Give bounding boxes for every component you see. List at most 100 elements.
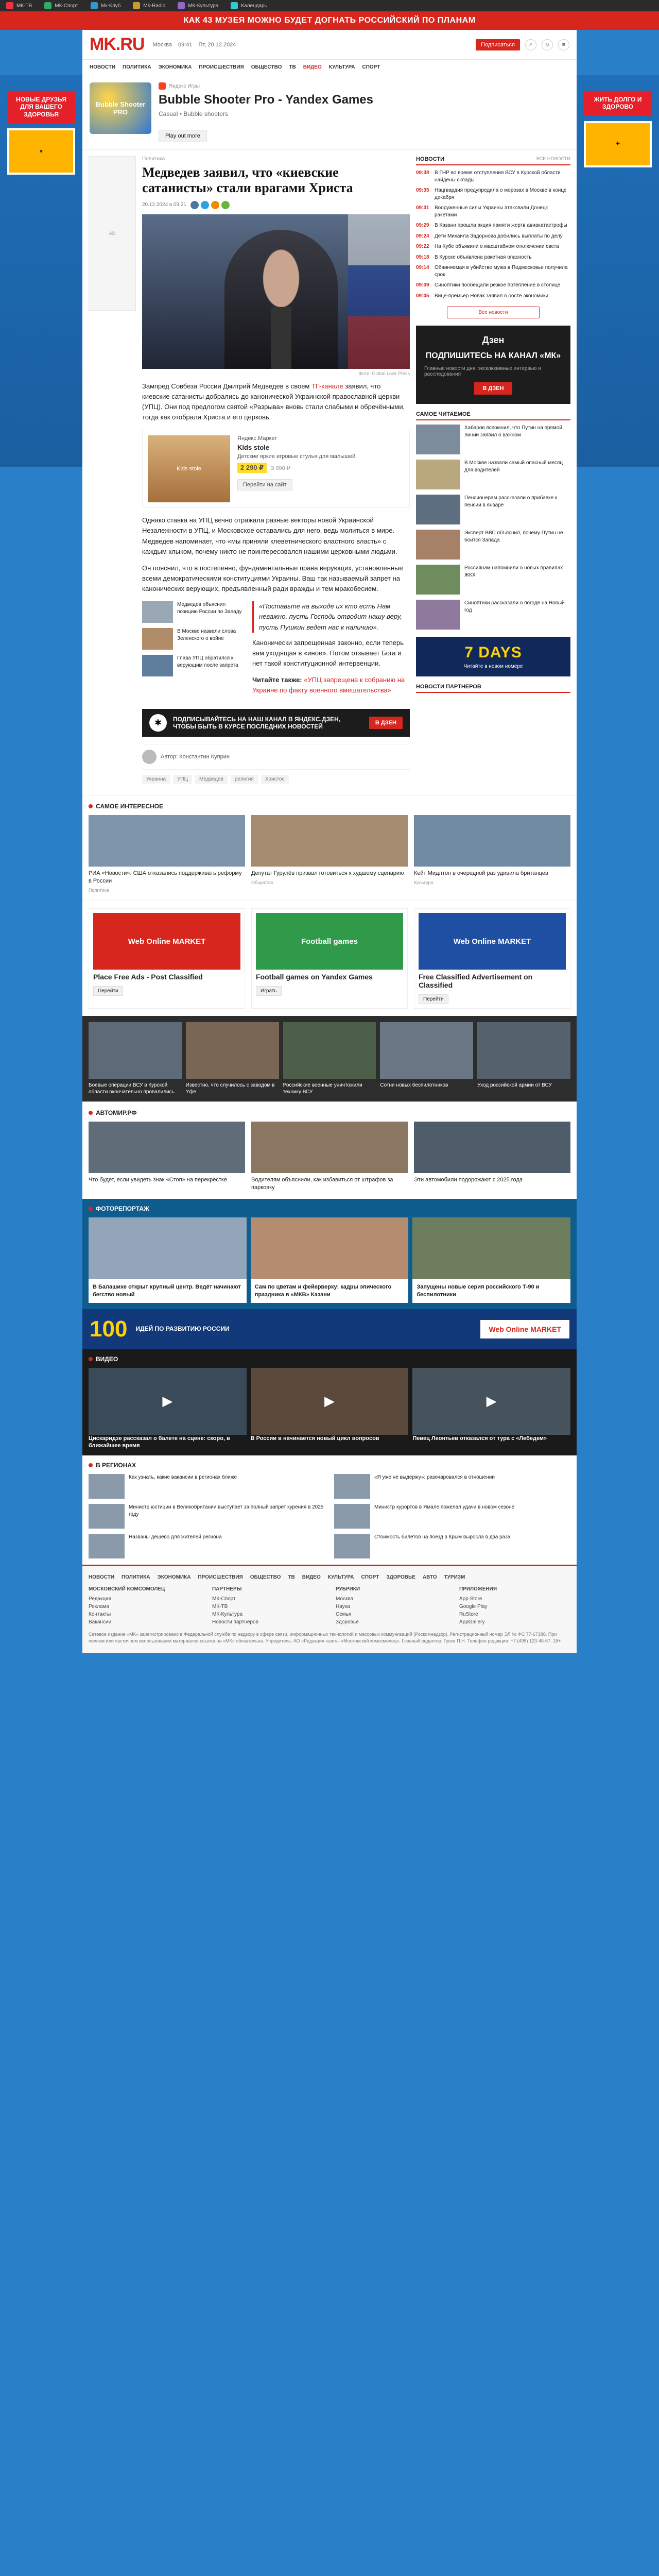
news-feed-item[interactable]: 09:29 В Казани прошла акция памяти жертв … — [416, 222, 570, 229]
game-ad[interactable]: Bubble Shooter PRO Яндекс Игры Bubble Sh… — [82, 75, 577, 150]
ad-tile-button[interactable]: Играть — [256, 986, 282, 996]
article-rubric[interactable]: Политика — [142, 156, 410, 162]
related-item[interactable]: В Москве назвали слова Зеленского о войн… — [142, 628, 245, 650]
interesting-card[interactable]: Депутат Гурулёв призвал готовиться к худ… — [251, 815, 408, 893]
vertical-ad[interactable]: AD — [89, 156, 136, 311]
menu-icon[interactable]: ≡ — [558, 39, 569, 50]
footer-nav-item[interactable]: ЗДОРОВЬЕ — [386, 1574, 415, 1580]
all-news-button[interactable]: Все новости — [447, 307, 540, 318]
seven-days-ad[interactable]: 7 DAYS Читайте в новом номере — [416, 637, 570, 677]
inline-ad-cta[interactable]: Перейти на сайт — [237, 479, 292, 491]
nav-item-society[interactable]: ОБЩЕСТВО — [251, 64, 282, 70]
site-logo[interactable]: MK.RU — [90, 35, 145, 55]
region-item[interactable]: Названы дёшево для жителей региона — [89, 1534, 325, 1559]
footer-nav-item[interactable]: ТУРИЗМ — [444, 1574, 465, 1580]
partner-card[interactable]: Российские военные уничтожили технику ВС… — [283, 1022, 376, 1095]
tag[interactable]: Медведев — [195, 775, 228, 784]
city-label[interactable]: Москва — [152, 42, 172, 48]
search-icon[interactable]: ⌕ — [525, 39, 536, 50]
subscribe-button[interactable]: Подписаться — [476, 39, 520, 50]
interesting-card[interactable]: Кейт Мидлтон в очередной раз удивила бри… — [414, 815, 570, 893]
nav-item-video[interactable]: ВИДЕО — [303, 64, 322, 70]
telegram-link[interactable]: ТГ-канале — [311, 382, 343, 390]
dzen-card-button[interactable]: В ДЗЕН — [474, 382, 512, 395]
idea-banner[interactable]: 100 ИДЕЙ ПО РАЗВИТИЮ РОССИИ Web Online M… — [82, 1309, 577, 1349]
region-item[interactable]: Как узнать, какие вакансии в регионах бл… — [89, 1474, 325, 1499]
side-ad-left[interactable]: НОВЫЕ ДРУЗЬЯ ДЛЯ ВАШЕГО ЗДОРОВЬЯ ♥ — [0, 75, 82, 467]
footer-nav-item[interactable]: ВИДЕО — [302, 1574, 321, 1580]
region-item[interactable]: Министр юстиции в Великобритании выступа… — [89, 1504, 325, 1529]
popular-item[interactable]: Эксперт ВВС объяснил, почему Путин не бо… — [416, 530, 570, 560]
footer-nav-item[interactable]: ПРОИСШЕСТВИЯ — [198, 1574, 242, 1580]
photo-report-card[interactable]: Сам по цветам и фейерверку: кадры эпичес… — [250, 1217, 409, 1303]
news-feed-item[interactable]: 09:38 В ГНР во время отступления ВСУ в Ку… — [416, 170, 570, 183]
ad-tile[interactable]: Web Online MARKET Place Free Ads - Post C… — [89, 908, 245, 1009]
footer-nav-item[interactable]: ОБЩЕСТВО — [250, 1574, 281, 1580]
news-feed-item[interactable]: 09:35 Нацгвардия предупредила о морозах в… — [416, 187, 570, 201]
nav-item-politics[interactable]: ПОЛИТИКА — [123, 64, 151, 70]
inline-ad[interactable]: Kids stole Яндекс.Маркет Kids stole Детс… — [142, 430, 410, 509]
news-feed-item[interactable]: 09:24 Дети Михаила Задорнова добились вып… — [416, 233, 570, 240]
popular-item[interactable]: Россиянам напомнили о новых правилах ЖКХ — [416, 565, 570, 595]
news-feed-item[interactable]: 09:09 Синоптики пообещали резкое потеплен… — [416, 282, 570, 289]
popular-item[interactable]: Хабаров вспомнил, что Путин на прямой ли… — [416, 425, 570, 455]
promo-banner[interactable]: КАК 43 МУЗЕЯ МОЖНО БУДЕТ ДОГНАТЬ РОССИЙС… — [0, 11, 659, 30]
share-vk-icon[interactable] — [190, 200, 199, 209]
market-banner[interactable]: Web Online MARKET — [480, 1319, 569, 1338]
auto-card[interactable]: Эти автомобили подорожают с 2025 года — [414, 1122, 570, 1192]
ad-tile-button[interactable]: Перейти — [419, 994, 448, 1005]
topstrip-item[interactable]: Календарь — [231, 2, 267, 9]
nav-item-tv[interactable]: ТВ — [289, 64, 296, 70]
share-telegram-icon[interactable] — [200, 200, 209, 209]
footer-nav-item[interactable]: ЭКОНОМИКА — [158, 1574, 191, 1580]
topstrip-item[interactable]: Mk-Radio — [133, 2, 165, 9]
partner-card[interactable]: Боевые операции ВСУ в Курской области ок… — [89, 1022, 182, 1095]
dzen-banner-button[interactable]: В ДЗЕН — [369, 717, 403, 730]
side-ad-right[interactable]: ЖИТЬ ДОЛГО И ЗДОРОВО ✚ — [577, 75, 659, 467]
tag[interactable]: УПЦ — [173, 775, 193, 784]
news-feed-item[interactable]: 09:18 В Курске объявлена ракетная опаснос… — [416, 254, 570, 261]
footer-nav-item[interactable]: ТВ — [288, 1574, 294, 1580]
related-item[interactable]: Медведев объяснил позицию России по Запа… — [142, 601, 245, 623]
topstrip-item[interactable]: МК-ТВ — [6, 2, 32, 9]
region-item[interactable]: Министр курортов в Ямале пожелал удачи в… — [334, 1504, 570, 1529]
news-feed-item[interactable]: 09:31 Вооруженные силы Украины атаковали … — [416, 205, 570, 218]
nav-item-news[interactable]: НОВОСТИ — [90, 64, 115, 70]
topstrip-item[interactable]: Мк-Клуб — [90, 2, 120, 9]
user-icon[interactable]: ☺ — [542, 39, 553, 50]
related-item[interactable]: Глава УПЦ обратился к верующим после зап… — [142, 655, 245, 677]
partner-card[interactable]: Известно, что случилось с заводом в Уфе — [185, 1022, 279, 1095]
partner-card[interactable]: Сотни новых беспилотников — [380, 1022, 474, 1095]
footer-nav-item[interactable]: НОВОСТИ — [89, 1574, 114, 1580]
photo-report-card[interactable]: Запущены новые серия российского Т-90 и … — [412, 1217, 571, 1303]
ad-tile[interactable]: Football games Football games on Yandex G… — [251, 908, 408, 1009]
footer-nav-item[interactable]: СПОРТ — [361, 1574, 379, 1580]
popular-item[interactable]: В Москве назвали самый опасный месяц для… — [416, 460, 570, 490]
topstrip-item[interactable]: МК-Культура — [178, 2, 218, 9]
footer-nav-item[interactable]: ПОЛИТИКА — [122, 1574, 150, 1580]
topstrip-item[interactable]: МК-Спорт — [44, 2, 78, 9]
interesting-card[interactable]: РИА «Новости»: США отказались поддержива… — [89, 815, 245, 893]
auto-card[interactable]: Что будет, если увидеть знак «Стоп» на п… — [89, 1122, 245, 1192]
news-feed-item[interactable]: 09:14 Обвиняемая в убийстве мужа в Подмос… — [416, 264, 570, 278]
video-card[interactable]: ▶ В России в начинается новый цикл вопрос… — [250, 1367, 409, 1450]
partner-card[interactable]: Уход российской армии от ВСУ — [477, 1022, 570, 1095]
region-item[interactable]: Стоимость билетов на поезд в Крым выросл… — [334, 1534, 570, 1559]
tag[interactable]: религия — [230, 775, 258, 784]
popular-item[interactable]: Пенсионерам рассказали о прибавке к пенс… — [416, 495, 570, 525]
nav-item-sport[interactable]: СПОРТ — [362, 64, 380, 70]
tag[interactable]: Христос — [261, 775, 289, 784]
tag[interactable]: Украина — [142, 775, 170, 784]
dzen-subscribe-card[interactable]: Дзен ПОДПИШИТЕСЬ НА КАНАЛ «МК» Главные н… — [416, 326, 570, 404]
nav-item-economy[interactable]: ЭКОНОМИКА — [159, 64, 192, 70]
news-feed-item[interactable]: 09:05 Вице-премьер Новак заявил о росте э… — [416, 293, 570, 300]
game-ad-title[interactable]: Bubble Shooter Pro - Yandex Games — [159, 93, 569, 107]
nav-item-culture[interactable]: КУЛЬТУРА — [329, 64, 355, 70]
video-card[interactable]: ▶ Певец Леонтьев отказался от тура с «Леб… — [412, 1367, 571, 1450]
video-card[interactable]: ▶ Цискаридзе рассказал о балете на сцене:… — [89, 1367, 247, 1450]
dzen-banner[interactable]: ✱ ПОДПИСЫВАЙТЕСЬ НА НАШ КАНАЛ В ЯНДЕКС.Д… — [142, 709, 410, 737]
photo-report-card[interactable]: В Балашихе открыт крупный центр. Ведёт н… — [89, 1217, 247, 1303]
ad-tile[interactable]: Web Online MARKET Free Classified Adverti… — [414, 908, 570, 1009]
nav-item-incidents[interactable]: ПРОИСШЕСТВИЯ — [199, 64, 244, 70]
ad-tile-button[interactable]: Перейти — [93, 986, 123, 996]
